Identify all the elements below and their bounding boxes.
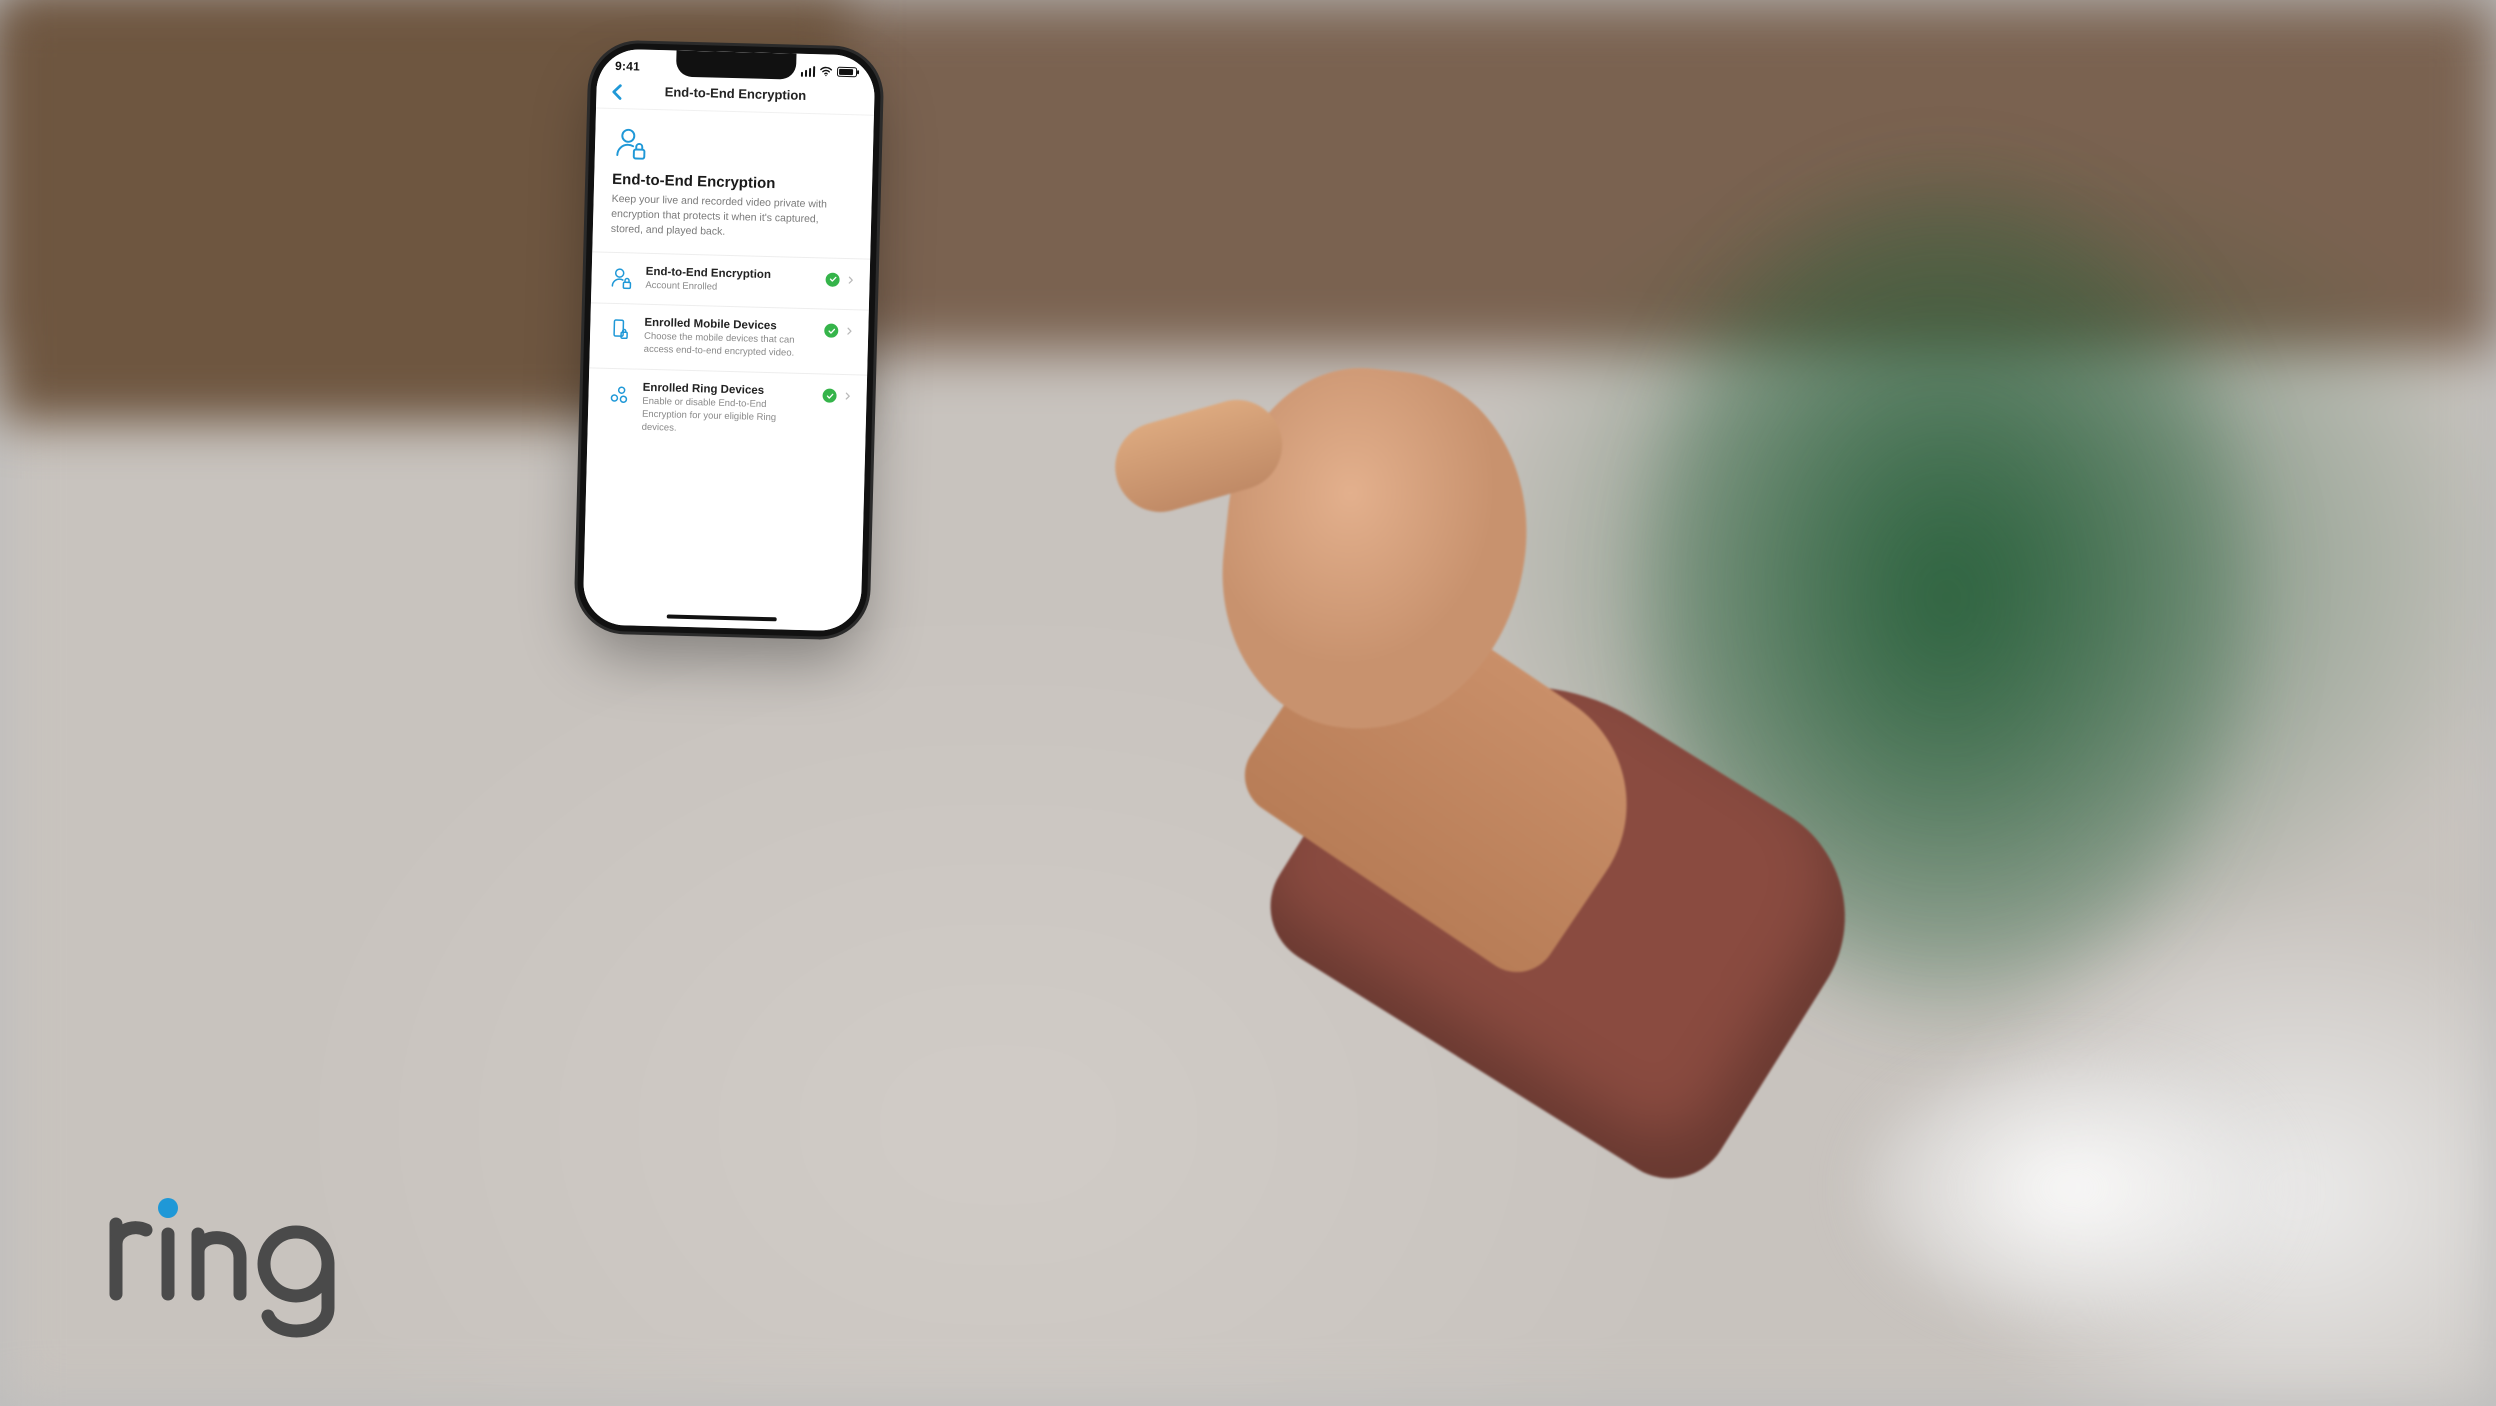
- nav-bar: End-to-End Encryption: [596, 74, 875, 115]
- row-subtitle: Account Enrolled: [645, 279, 813, 296]
- phone-notch: [676, 51, 797, 80]
- status-ok-icon: [824, 324, 838, 338]
- row-e2ee[interactable]: End-to-End Encryption Account Enrolled: [591, 251, 870, 310]
- chevron-right-icon: [842, 391, 852, 401]
- row-subtitle: Enable or disable End-to-End Encryption …: [642, 396, 811, 439]
- hero-title: End-to-End Encryption: [612, 171, 854, 194]
- app-screen: 9:41 End-to-End Encryption: [583, 48, 876, 631]
- ring-logo: [100, 1186, 360, 1346]
- battery-icon: [837, 67, 857, 78]
- row-mobile-devices[interactable]: Enrolled Mobile Devices Choose the mobil…: [589, 303, 869, 375]
- scene-pot: [1797, 1012, 2346, 1364]
- mobile-lock-icon: [608, 317, 633, 342]
- status-icons: [800, 64, 857, 79]
- status-ok-icon: [822, 389, 836, 403]
- back-button[interactable]: [606, 80, 629, 103]
- phone-frame: 9:41 End-to-End Encryption: [583, 48, 876, 631]
- user-lock-icon: [613, 125, 650, 162]
- chevron-right-icon: [845, 275, 855, 285]
- status-time: 9:41: [615, 59, 640, 74]
- nav-title: End-to-End Encryption: [664, 84, 806, 103]
- row-subtitle: Choose the mobile devices that can acces…: [644, 331, 813, 361]
- cellular-icon: [800, 65, 815, 76]
- row-ring-devices[interactable]: Enrolled Ring Devices Enable or disable …: [587, 367, 867, 452]
- hero-body: Keep your live and recorded video privat…: [611, 192, 854, 244]
- user-lock-icon: [609, 266, 634, 291]
- devices-icon: [606, 382, 631, 407]
- wifi-icon: [819, 64, 833, 78]
- chevron-right-icon: [844, 326, 854, 336]
- status-ok-icon: [825, 272, 839, 286]
- hero-section: End-to-End Encryption Keep your live and…: [592, 108, 874, 258]
